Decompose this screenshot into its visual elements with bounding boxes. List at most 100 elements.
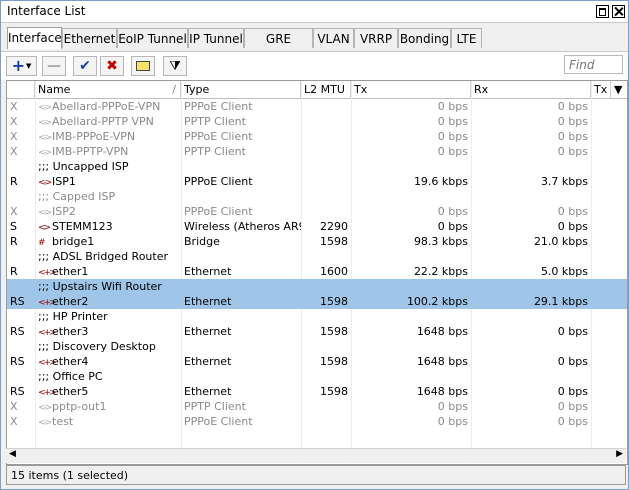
row-type: PPPoE Client	[184, 205, 253, 218]
row-name: <-> Abellard-PPPoE-VPN	[35, 99, 181, 114]
row-flag: R	[10, 265, 18, 278]
col-name-label: Name	[38, 83, 71, 96]
scroll-right-icon[interactable]: ▶	[616, 449, 623, 459]
table-row[interactable]: R # bridge1 Bridge 1598 98.3 kbps 21.0 kbps	[7, 234, 627, 249]
comment-row[interactable]: ;;; HP Printer	[7, 309, 627, 324]
comment-icon	[136, 61, 150, 71]
row-flag: S	[10, 220, 17, 233]
table-row[interactable]: S<>STEMM123Wireless (Atheros AR9...22900…	[7, 219, 627, 234]
row-flag: X	[10, 400, 18, 413]
row-name-label: ether4	[52, 355, 89, 368]
scroll-left-icon[interactable]: ◀	[9, 449, 16, 459]
row-type: Ethernet	[184, 295, 232, 308]
row-name-label: ether3	[52, 325, 89, 338]
enable-button[interactable]: ✔	[73, 56, 97, 76]
table-row[interactable]: X <-> pptp-out1 PPTP Client 0 bps 0 bps	[7, 399, 627, 414]
row-rx: 0 bps	[557, 115, 588, 128]
minus-icon: —	[47, 58, 61, 74]
filter-button[interactable]: ⧩	[163, 56, 187, 76]
table-row[interactable]: R <+>ether1 Ethernet 1600 22.2 kbps 5.0 kbps	[7, 264, 627, 279]
row-name: <> STEMM123	[35, 219, 181, 234]
row-rx: 0 bps	[557, 130, 588, 143]
row-comment: ;;; Upstairs Wifi Router	[38, 280, 162, 293]
disable-button[interactable]: ✖	[100, 56, 124, 76]
row-l2mtu	[301, 129, 351, 144]
add-button[interactable]: + ▼	[6, 56, 37, 76]
tab-eoip-tunnel[interactable]: EoIP Tunnel	[117, 28, 188, 48]
close-icon[interactable]	[612, 5, 625, 18]
row-tx: 22.2 kbps	[413, 265, 468, 278]
row-flag: R	[10, 175, 18, 188]
table-row[interactable]: X <-> test PPPoE Client 0 bps 0 bps	[7, 414, 627, 429]
row-type: PPPoE Client	[184, 130, 253, 143]
tab-interface[interactable]: Interface	[7, 27, 62, 49]
interface-icon: <->	[38, 133, 52, 143]
row-tx: 0 bps	[437, 220, 468, 233]
row-l2mtu	[301, 399, 351, 414]
table-row[interactable]: X <-> IMB-PPPoE-VPN PPPoE Client 0 bps 0 bps	[7, 129, 627, 144]
tab-ip-tunnel[interactable]: IP Tunnel	[188, 28, 244, 48]
col-name[interactable]: Name /	[35, 81, 181, 98]
comment-row[interactable]: ;;; ADSL Bridged Router	[7, 249, 627, 264]
row-tx: 0 bps	[437, 130, 468, 143]
restore-icon[interactable]	[596, 5, 609, 18]
row-rx: 0 bps	[557, 385, 588, 398]
tab-ethernet[interactable]: Ethernet	[62, 28, 117, 48]
row-name-label: test	[52, 415, 74, 428]
row-name: <-> IMB-PPPoE-VPN	[35, 129, 181, 144]
row-flag: RS	[10, 355, 25, 368]
row-rx: 5.0 kbps	[540, 265, 588, 278]
table-row[interactable]: X <-> Abellard-PPTP VPN PPTP Client 0 bps 0 b…	[7, 114, 627, 129]
row-rx: 0 bps	[557, 220, 588, 233]
horizontal-scrollbar[interactable]: ◀ ▶	[6, 448, 626, 463]
comment-button[interactable]	[131, 56, 155, 76]
row-tx: 0 bps	[437, 145, 468, 158]
find-input[interactable]	[564, 55, 623, 74]
row-l2mtu: 1598	[320, 385, 348, 398]
table-row[interactable]: X <-> Abellard-PPPoE-VPN PPPoE Client 0 bps 0…	[7, 99, 627, 114]
table-row[interactable]: RS <+>ether3 Ethernet 1598 1648 bps 0 bps	[7, 324, 627, 339]
row-name: <+>ether5	[35, 384, 181, 399]
table-row[interactable]: RS <+>ether5 Ethernet 1598 1648 bps 0 bps	[7, 384, 627, 399]
title-bar[interactable]: Interface List	[1, 1, 628, 23]
interface-icon: <->	[38, 178, 52, 188]
col-type[interactable]: Type	[181, 81, 301, 98]
row-l2mtu: 2290	[320, 220, 348, 233]
tab-lte[interactable]: LTE	[451, 28, 482, 48]
row-comment: ;;; Capped ISP	[38, 190, 116, 203]
row-name-label: bridge1	[52, 235, 95, 248]
tab-vlan[interactable]: VLAN	[313, 28, 354, 48]
row-comment: ;;; ADSL Bridged Router	[38, 250, 169, 263]
tab-gre-tunnel[interactable]: GRE Tunnel	[244, 28, 313, 66]
comment-row[interactable]: ;;; Capped ISP	[7, 189, 627, 204]
table-row[interactable]: RS <+>ether4 Ethernet 1598 1648 bps 0 bps	[7, 354, 627, 369]
col-tx2[interactable]: Tx	[591, 81, 611, 98]
table-row[interactable]: X <-> IMB-PPTP-VPN PPTP Client 0 bps 0 bps	[7, 144, 627, 159]
row-l2mtu: 1598	[320, 235, 348, 248]
table-row[interactable]: RS <+>ether2 Ethernet 1598 100.2 kbps 29.1 kb…	[7, 294, 627, 309]
remove-button[interactable]: —	[42, 56, 66, 76]
col-flag[interactable]	[7, 81, 35, 98]
col-tx[interactable]: Tx	[351, 81, 471, 98]
tab-bonding[interactable]: Bonding	[398, 28, 451, 48]
status-text: 15 items (1 selected)	[11, 469, 129, 482]
column-menu-icon[interactable]: ▼	[611, 81, 627, 98]
row-l2mtu	[301, 144, 351, 159]
comment-row[interactable]: ;;; Discovery Desktop	[7, 339, 627, 354]
x-icon: ✖	[106, 58, 118, 74]
tab-vrrp[interactable]: VRRP	[354, 28, 398, 48]
row-l2mtu: 1598	[320, 355, 348, 368]
col-l2mtu[interactable]: L2 MTU	[301, 81, 351, 98]
comment-row[interactable]: ;;; Office PC	[7, 369, 627, 384]
interface-icon: <+>	[38, 328, 57, 338]
row-tx: 0 bps	[437, 205, 468, 218]
row-comment: ;;; HP Printer	[38, 310, 108, 323]
row-name: <+>ether1	[35, 264, 181, 279]
comment-row[interactable]: ;;; Upstairs Wifi Router	[7, 279, 627, 294]
table-row[interactable]: X <-> ISP2 PPPoE Client 0 bps 0 bps	[7, 204, 627, 219]
col-rx[interactable]: Rx	[471, 81, 591, 98]
row-name-label: pptp-out1	[52, 400, 107, 413]
row-name: <+>ether2	[35, 294, 181, 309]
table-row[interactable]: R <-> ISP1 PPPoE Client 19.6 kbps 3.7 kbps	[7, 174, 627, 189]
comment-row[interactable]: ;;; Uncapped ISP	[7, 159, 627, 174]
